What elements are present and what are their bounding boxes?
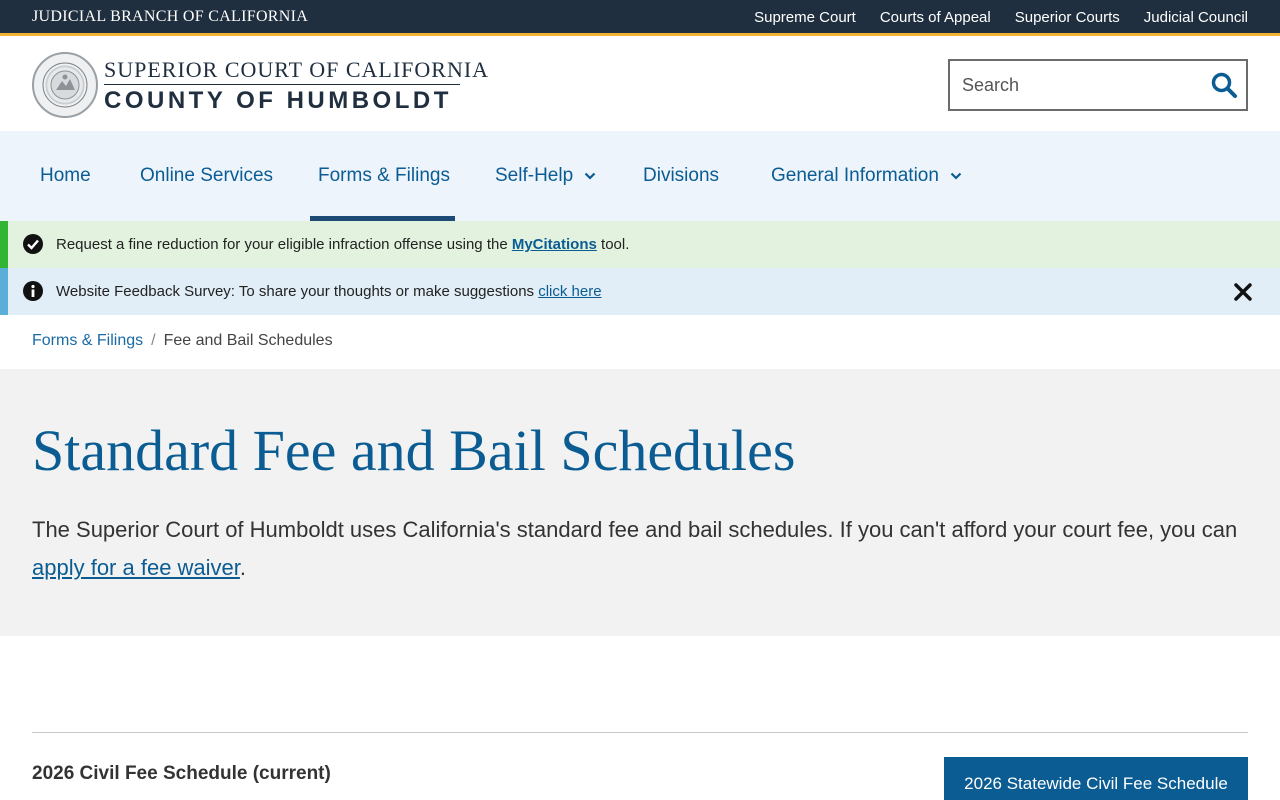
page-title: Standard Fee and Bail Schedules [32, 418, 796, 483]
chevron-down-icon [585, 172, 596, 180]
survey-alert-label: Website Feedback Survey: [56, 283, 235, 300]
citation-alert-text: Request a fine reduction for your eligib… [56, 236, 512, 253]
nav-item-label: Self-Help [495, 165, 574, 186]
breadcrumb-forms-filings[interactable]: Forms & Filings [32, 332, 143, 349]
search-input[interactable] [950, 61, 1200, 109]
chevron-down-icon [950, 172, 962, 180]
nav-item-forms-filings[interactable]: Forms & Filings [318, 165, 450, 187]
nav-item-label: General Information [771, 165, 939, 186]
link-courts-of-appeal[interactable]: Courts of Appeal [880, 9, 991, 26]
check-circle-icon [23, 234, 43, 254]
fee-waiver-link[interactable]: apply for a fee waiver [32, 555, 240, 580]
logo-divider [104, 84, 460, 85]
breadcrumb-current: Fee and Bail Schedules [163, 332, 333, 349]
nav-item-label: Online Services [140, 165, 274, 186]
citation-alert: Request a fine reduction for your eligib… [0, 221, 1280, 268]
survey-click-here-link[interactable]: click here [538, 283, 601, 300]
survey-alert: Website Feedback Survey: To share your t… [0, 268, 1280, 315]
nav-item-label: Home [40, 165, 91, 186]
page-hero: Standard Fee and Bail Schedules The Supe… [0, 369, 1280, 636]
close-icon[interactable] [1232, 281, 1254, 303]
search-button[interactable] [1210, 71, 1238, 99]
breadcrumb: Forms & Filings / Fee and Bail Schedules [32, 332, 333, 350]
judicial-branch-title: JUDICIAL BRANCH OF CALIFORNIA [32, 8, 309, 25]
nav-item-divisions[interactable]: Divisions [643, 165, 719, 187]
search-box [948, 59, 1248, 111]
judicial-branch-bar: JUDICIAL BRANCH OF CALIFORNIA Supreme Co… [0, 0, 1280, 36]
citation-alert-message: Request a fine reduction for your eligib… [56, 236, 629, 253]
nav-item-label: Forms & Filings [318, 165, 450, 186]
section-divider [32, 732, 1248, 733]
nav-item-label: Divisions [643, 165, 720, 186]
link-superior-courts[interactable]: Superior Courts [1015, 9, 1120, 26]
intro-text: The Superior Court of Humboldt uses Cali… [32, 517, 1238, 542]
nav-item-online-services[interactable]: Online Services [140, 165, 273, 187]
link-judicial-council[interactable]: Judicial Council [1144, 9, 1248, 26]
info-circle-icon [23, 281, 43, 301]
top-links: Supreme Court Courts of Appeal Superior … [754, 9, 1248, 26]
survey-alert-message: Website Feedback Survey: To share your t… [56, 283, 602, 300]
court-seal-icon[interactable] [32, 52, 98, 118]
survey-alert-text: To share your thoughts or make suggestio… [234, 283, 539, 300]
statewide-civil-fee-schedule-button[interactable]: 2026 Statewide Civil Fee Schedule [944, 757, 1248, 800]
citation-alert-text-end: tool. [596, 236, 630, 253]
nav-item-general-information[interactable]: General Information [771, 165, 962, 187]
nav-item-home[interactable]: Home [40, 165, 91, 187]
search-icon [1211, 72, 1237, 98]
site-header: SUPERIOR COURT OF CALIFORNIA COUNTY OF H… [0, 39, 1280, 131]
court-name-line1[interactable]: SUPERIOR COURT OF CALIFORNIA [104, 57, 489, 83]
court-name-line2[interactable]: COUNTY OF HUMBOLDT [104, 87, 452, 115]
breadcrumb-separator: / [151, 332, 156, 349]
civil-fee-section-title: 2026 Civil Fee Schedule (current) [32, 763, 331, 784]
mycitations-link[interactable]: MyCitations [512, 236, 597, 253]
nav-item-self-help[interactable]: Self-Help [495, 165, 596, 187]
main-nav: Home Online Services Forms & Filings Sel… [0, 131, 1280, 221]
intro-text-end: . [239, 555, 247, 580]
link-supreme-court[interactable]: Supreme Court [754, 9, 856, 26]
page-intro: The Superior Court of Humboldt uses Cali… [32, 511, 1242, 587]
